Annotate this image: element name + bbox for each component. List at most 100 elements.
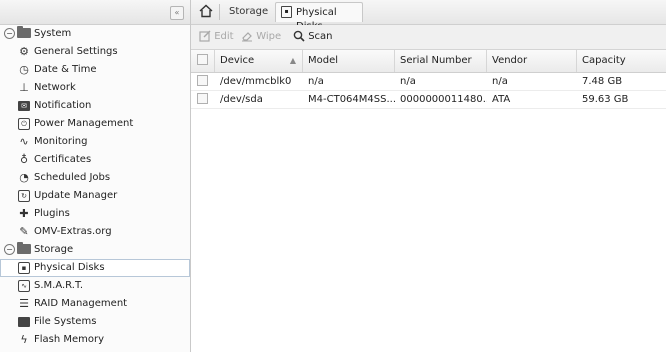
column-header-capacity[interactable]: Capacity <box>577 50 666 72</box>
cell-device: /dev/mmcblk0 <box>220 76 292 87</box>
search-icon <box>293 30 305 42</box>
nav-item-label: Power Management <box>34 118 134 129</box>
scan-button-label: Scan <box>308 31 333 42</box>
tree-group-system[interactable]: − System <box>0 25 190 43</box>
tree-group-storage[interactable]: − Storage <box>0 241 190 259</box>
raid-icon: ☰ <box>19 297 29 310</box>
edit-icon <box>199 30 211 42</box>
breadcrumb-separator <box>219 4 220 20</box>
disks-grid: Device ▲ Model Serial Number Vendor Capa… <box>191 50 666 352</box>
nav-item-power-management[interactable]: ⏻ Power Management <box>0 115 190 133</box>
wipe-button[interactable]: Wipe <box>241 29 281 45</box>
scan-button[interactable]: Scan <box>293 29 333 45</box>
mail-icon: ✉ <box>18 101 30 111</box>
table-row[interactable]: /dev/mmcblk0 n/a n/a n/a 7.48 GB <box>191 73 666 91</box>
nav-item-smart[interactable]: ∿ S.M.A.R.T. <box>0 277 190 295</box>
flash-icon: ϟ <box>20 333 28 346</box>
nav-item-label: Monitoring <box>34 136 88 147</box>
nav-item-scheduled-jobs[interactable]: ◔ Scheduled Jobs <box>0 169 190 187</box>
nav-item-label: S.M.A.R.T. <box>34 280 84 291</box>
cell-capacity: 59.63 GB <box>582 94 629 105</box>
general-settings-icon: ⚙ <box>19 45 29 58</box>
nav-item-label: Certificates <box>34 154 92 165</box>
tree-group-label: System <box>34 28 72 39</box>
navigation-panel: « − System ⚙ General Settings ◷ Date & Ti… <box>0 0 191 352</box>
home-icon[interactable] <box>199 4 213 18</box>
select-all-checkbox[interactable] <box>191 50 215 72</box>
nav-item-label: Plugins <box>34 208 70 219</box>
nav-item-label: Date & Time <box>34 64 97 75</box>
nav-item-label: File Systems <box>34 316 97 327</box>
nav-item-monitoring[interactable]: ∿ Monitoring <box>0 133 190 151</box>
nav-item-certificates[interactable]: ♁ Certificates <box>0 151 190 169</box>
nav-item-omv-extras[interactable]: ✎ OMV-Extras.org <box>0 223 190 241</box>
nav-item-plugins[interactable]: ✚ Plugins <box>0 205 190 223</box>
wrench-icon: ✎ <box>19 225 29 238</box>
smart-icon: ∿ <box>18 280 30 292</box>
cell-device: /dev/sda <box>220 94 263 105</box>
cell-serial: 0000000011480... <box>400 94 487 105</box>
nav-item-label: Scheduled Jobs <box>34 172 111 183</box>
collapse-toggle-icon[interactable]: − <box>4 243 15 255</box>
chart-line-icon: ∿ <box>19 135 29 148</box>
cell-vendor: ATA <box>492 94 511 105</box>
nav-item-date-time[interactable]: ◷ Date & Time <box>0 61 190 79</box>
toolbar: Edit Wipe Scan <box>191 25 666 50</box>
puzzle-icon: ✚ <box>19 207 29 220</box>
breadcrumb-bar: Storage ▪ Physical Disks <box>191 0 666 32</box>
column-label: Device <box>220 55 255 66</box>
scheduled-jobs-icon: ◔ <box>19 171 29 184</box>
eraser-icon <box>242 32 252 42</box>
row-checkbox[interactable] <box>191 91 215 108</box>
navigation-header: « <box>0 0 190 25</box>
update-icon: ↻ <box>18 190 30 202</box>
column-header-vendor[interactable]: Vendor <box>487 50 577 72</box>
collapse-toggle-icon[interactable]: − <box>4 27 15 39</box>
cell-model: M4-CT064M4SS... <box>308 94 395 105</box>
certificate-icon: ♁ <box>19 153 29 166</box>
collapse-panel-button[interactable]: « <box>170 6 184 20</box>
nav-item-label: Physical Disks <box>34 262 105 273</box>
cell-vendor: n/a <box>492 76 508 87</box>
network-icon: ⊥ <box>19 81 29 94</box>
tab-physical-disks[interactable]: ▪ Physical Disks <box>275 2 363 32</box>
nav-item-network[interactable]: ⊥ Network <box>0 79 190 97</box>
main-panel: Storage ▪ Physical Disks Edit Wipe <box>191 0 666 352</box>
checkbox-icon <box>197 53 208 65</box>
wipe-button-label: Wipe <box>256 31 282 42</box>
cell-capacity: 7.48 GB <box>582 76 623 87</box>
nav-item-general-settings[interactable]: ⚙ General Settings <box>0 43 190 61</box>
nav-item-file-systems[interactable]: File Systems <box>0 313 190 331</box>
nav-item-label: Update Manager <box>34 190 118 201</box>
folder-icon <box>17 26 31 38</box>
nav-item-update-manager[interactable]: ↻ Update Manager <box>0 187 190 205</box>
breadcrumb-storage[interactable]: Storage <box>229 5 268 19</box>
disk-icon: ▪ <box>281 6 292 18</box>
disk-icon: ▪ <box>18 262 30 274</box>
nav-item-flash-memory[interactable]: ϟ Flash Memory <box>0 331 190 349</box>
filesystem-icon <box>18 317 30 327</box>
grid-header: Device ▲ Model Serial Number Vendor Capa… <box>191 50 666 73</box>
checkbox-icon <box>197 74 208 86</box>
sort-ascending-icon: ▲ <box>289 56 296 65</box>
column-header-model[interactable]: Model <box>303 50 395 72</box>
power-icon: ⏻ <box>18 118 30 130</box>
edit-button-label: Edit <box>214 31 234 42</box>
cell-model: n/a <box>308 76 324 87</box>
edit-button[interactable]: Edit <box>199 29 234 45</box>
column-header-serial[interactable]: Serial Number <box>395 50 487 72</box>
nav-item-raid-management[interactable]: ☰ RAID Management <box>0 295 190 313</box>
tree-group-label: Storage <box>34 244 74 255</box>
nav-item-label: General Settings <box>34 46 118 57</box>
nav-item-label: Notification <box>34 100 92 111</box>
checkbox-icon <box>197 92 208 104</box>
clock-icon: ◷ <box>19 63 29 76</box>
cell-serial: n/a <box>400 76 416 87</box>
column-header-device[interactable]: Device ▲ <box>215 50 303 72</box>
table-row[interactable]: /dev/sda M4-CT064M4SS... 0000000011480..… <box>191 91 666 109</box>
row-checkbox[interactable] <box>191 73 215 90</box>
nav-item-label: RAID Management <box>34 298 128 309</box>
nav-item-notification[interactable]: ✉ Notification <box>0 97 190 115</box>
nav-item-label: OMV-Extras.org <box>34 226 112 237</box>
nav-item-physical-disks[interactable]: ▪ Physical Disks <box>0 259 190 277</box>
